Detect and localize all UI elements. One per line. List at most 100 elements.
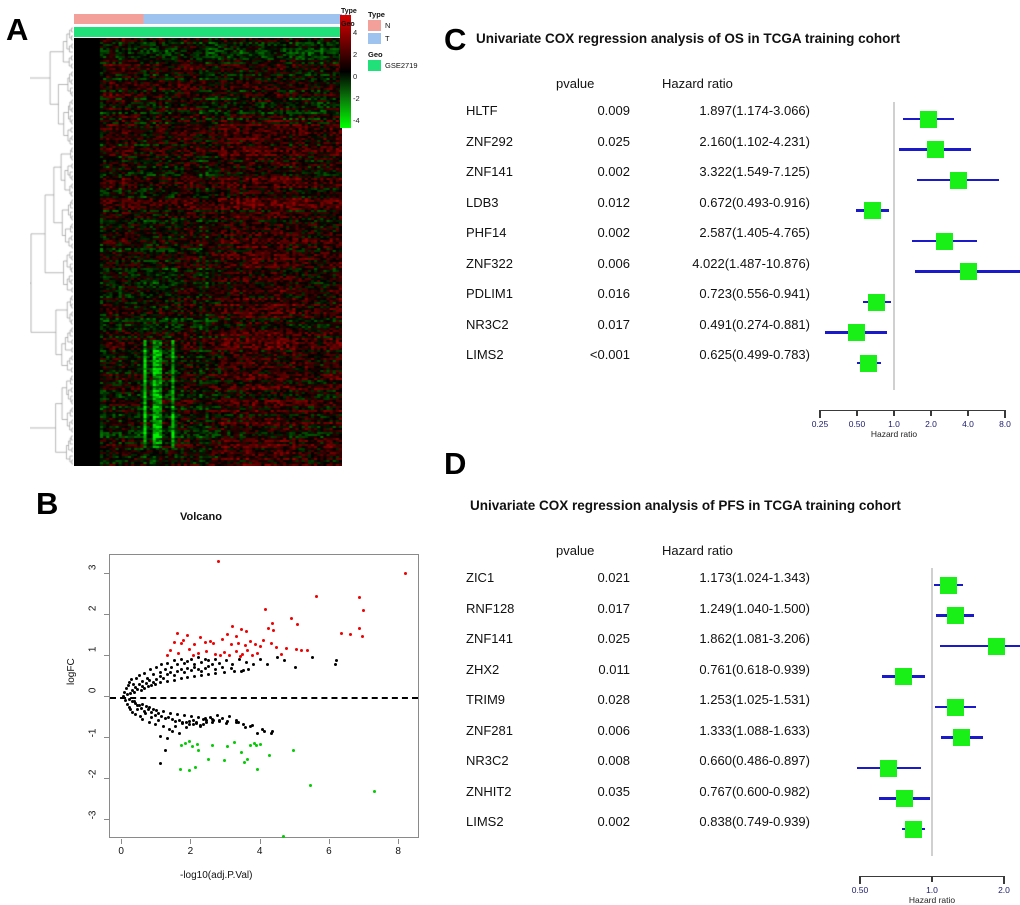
forest-row-gene: ZNF281 [466, 722, 513, 738]
volcano-point-ns [124, 698, 128, 702]
forest-row-pvalue: <0.001 [589, 347, 630, 362]
volcano-point-up [255, 652, 259, 656]
volcano-point-ns [229, 666, 233, 670]
volcano-point-ns [139, 707, 143, 711]
forest-row-hazard-ratio: 1.862(1.081-3.206) [699, 631, 810, 646]
volcano-point-ns [186, 675, 190, 679]
volcano-point-ns [217, 661, 221, 665]
volcano-point-ns [126, 683, 130, 687]
volcano-point-up [222, 651, 226, 655]
volcano-point-ns [214, 658, 218, 662]
volcano-point-ns [165, 736, 169, 740]
forest-row-hazard-ratio: 1.333(1.088-1.633) [699, 722, 810, 738]
forest-row-pvalue: 0.016 [597, 286, 630, 301]
volcano-point-ns [136, 688, 140, 692]
volcano-point-ns [214, 667, 218, 671]
forest-axis-title: Hazard ratio [870, 428, 918, 439]
volcano-point-down [267, 753, 271, 757]
volcano-point-down [242, 760, 246, 764]
forest-row-pvalue: 0.035 [597, 783, 630, 799]
legend-title-type: Type [368, 10, 385, 19]
forest-axis-tick-label: 2.0 [998, 884, 1010, 895]
forest-row-pvalue: 0.008 [597, 753, 630, 768]
volcano-point-down [255, 767, 259, 771]
volcano-point-ns [181, 722, 185, 726]
volcano-point-ns [158, 762, 162, 766]
volcano-point-up [179, 641, 183, 645]
forest-d-header-pvalue: pvalue [556, 543, 595, 558]
volcano-point-ns [191, 723, 195, 727]
volcano-zero-line [110, 697, 418, 699]
forest-row-hazard-ratio: 2.587(1.405-4.765) [699, 225, 810, 240]
forest-point-estimate-box [936, 232, 954, 250]
volcano-point-ns [150, 716, 154, 720]
volcano-point-down [183, 741, 187, 745]
forest-row-hazard-ratio: 1.173(1.024-1.343) [699, 570, 810, 585]
forest-axis-tick-label: 0.25 [811, 418, 829, 429]
forest-point-estimate-box [864, 202, 882, 219]
scale-tick-2: 2 [353, 50, 358, 59]
panel-c-forest: Univariate COX regression analysis of OS… [440, 14, 1020, 439]
forest-axis-tick [856, 409, 858, 416]
volcano-point-down [196, 742, 200, 746]
volcano-point-ns [158, 670, 162, 674]
forest-row-pvalue: 0.002 [597, 225, 630, 240]
volcano-point-up [264, 607, 268, 611]
volcano-point-ns [176, 669, 180, 673]
volcano-point-up [348, 632, 352, 636]
heatmap-matrix [74, 38, 342, 466]
forest-row-gene: ZNF322 [466, 255, 513, 271]
volcano-point-ns [137, 674, 141, 678]
volcano-point-ns [130, 678, 134, 682]
volcano-point-up [294, 648, 298, 652]
volcano-point-down [233, 740, 237, 744]
forest-row-pvalue: 0.006 [597, 722, 630, 738]
volcano-point-up [214, 653, 218, 657]
volcano-point-up [203, 641, 207, 645]
volcano-point-ns [159, 734, 163, 738]
forest-reference-line [893, 102, 895, 390]
volcano-point-ns [334, 659, 338, 663]
forest-axis-tick-label: 0.50 [848, 418, 866, 429]
volcano-point-up [176, 651, 180, 655]
volcano-point-ns [176, 712, 180, 716]
forest-axis-title: Hazard ratio [908, 894, 956, 905]
volcano-point-ns [196, 716, 200, 720]
volcano-point-ns [221, 716, 225, 720]
volcano-point-ns [241, 668, 245, 672]
forest-row-pvalue: 0.017 [597, 600, 630, 616]
volcano-point-ns [186, 660, 190, 664]
forest-row-hazard-ratio: 0.625(0.499-0.783) [699, 347, 810, 362]
forest-point-estimate-box [895, 790, 913, 807]
volcano-point-ns [224, 659, 228, 663]
forest-row-pvalue: 0.009 [597, 103, 630, 118]
forest-c-header-hr: Hazard ratio [662, 76, 733, 91]
volcano-point-down [226, 744, 230, 748]
volcano-point-down [281, 835, 285, 839]
volcano-point-ns [333, 663, 337, 667]
volcano-point-ns [202, 722, 206, 726]
volcano-point-ns [182, 714, 186, 718]
volcano-point-up [305, 649, 309, 653]
volcano-point-ns [221, 665, 225, 669]
volcano-point-up [221, 637, 225, 641]
volcano-point-up [285, 646, 289, 650]
volcano-point-ns [311, 656, 315, 660]
volcano-point-ns [226, 720, 230, 724]
heatmap-annotation-type [74, 14, 342, 24]
volcano-plot-area [109, 554, 419, 839]
volcano-point-ns [155, 678, 159, 682]
volcano-point-ns [293, 665, 297, 669]
volcano-point-ns [169, 711, 173, 715]
volcano-x-tick [259, 839, 261, 844]
forest-point-estimate-box [919, 110, 937, 128]
volcano-point-ns [160, 663, 164, 667]
volcano-x-tick [398, 839, 400, 844]
forest-c-plot: 0.25 0.50 1.0 2.0 4.0 8.0 Hazard ratio [810, 102, 1020, 439]
volcano-point-down [222, 759, 226, 763]
forest-axis-tick-label: 1.0 [888, 418, 900, 429]
volcano-point-down [259, 742, 263, 746]
forest-row-pvalue: 0.006 [597, 255, 630, 271]
volcano-point-up [227, 653, 231, 657]
forest-row-gene: ZNHIT2 [466, 783, 512, 799]
